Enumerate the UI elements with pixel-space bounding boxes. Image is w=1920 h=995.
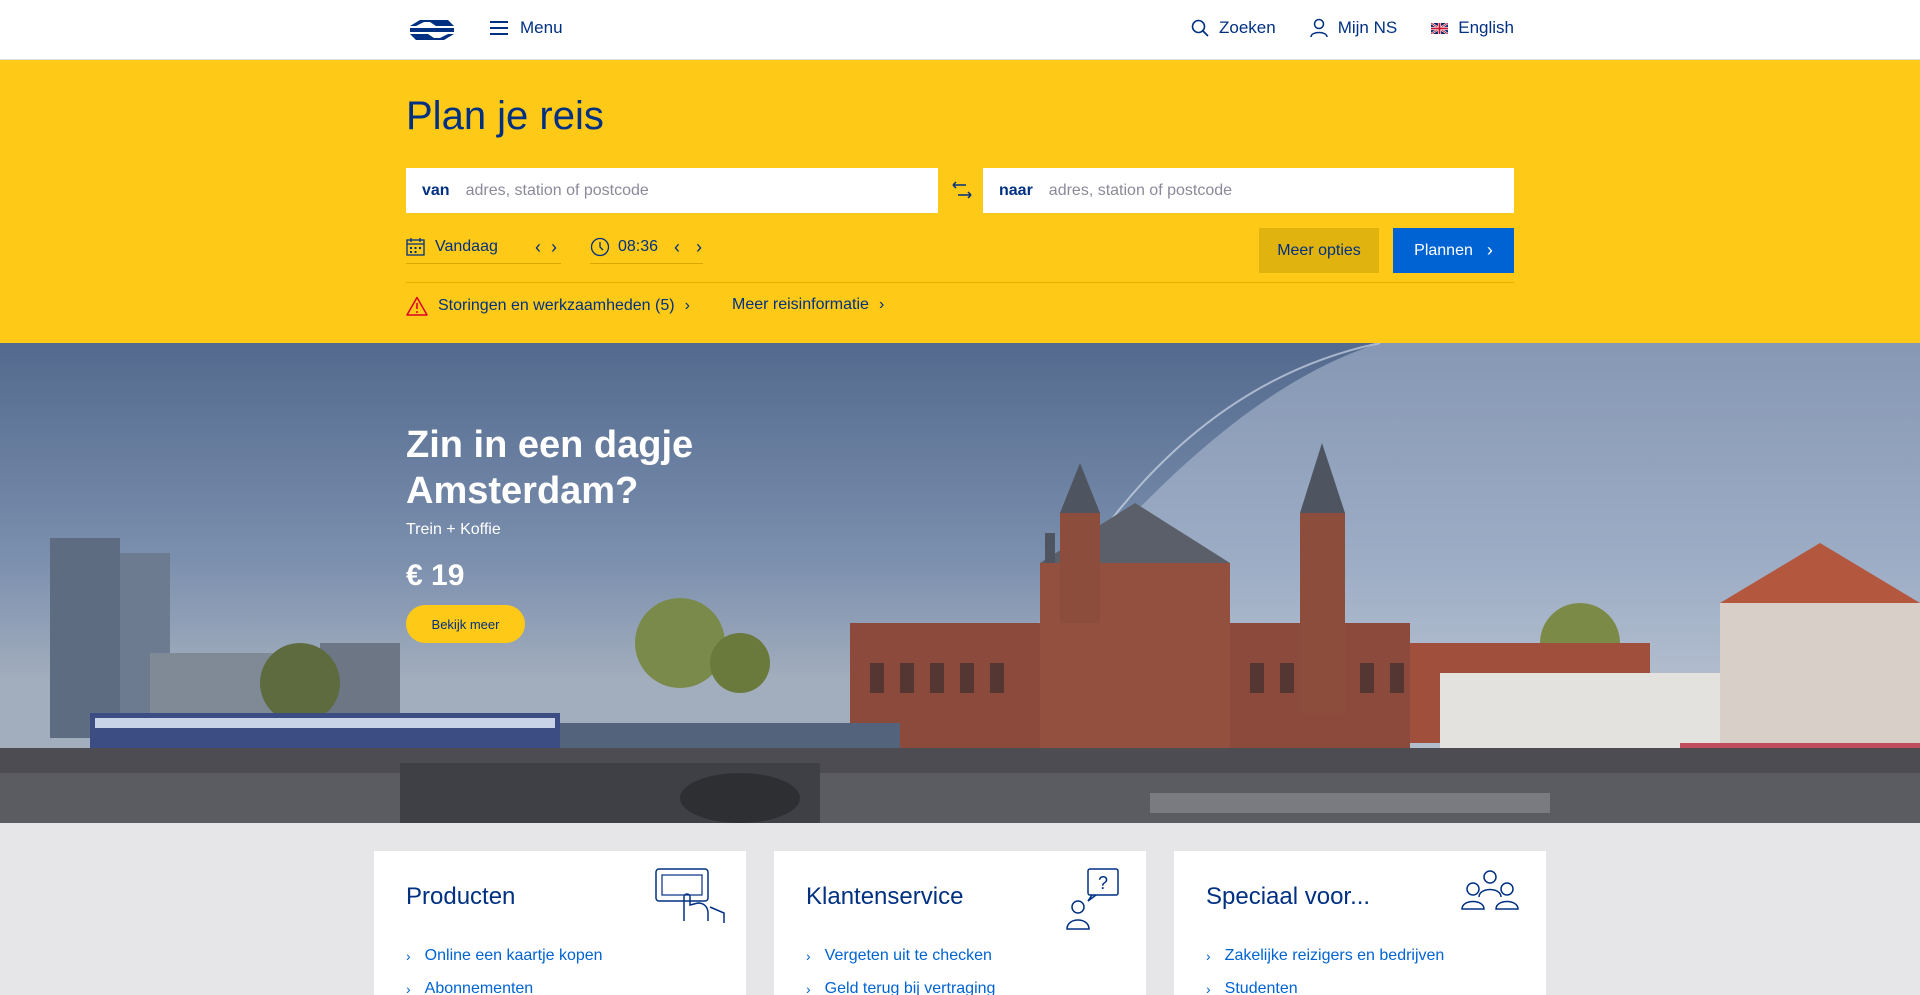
disruptions-link[interactable]: Storingen en werkzaamheden (5) ›: [406, 296, 690, 316]
card-title: Speciaal voor...: [1206, 883, 1371, 910]
my-ns-label: Mijn NS: [1337, 18, 1398, 37]
card-links: › Vergeten uit te checken › Geld terug bij…: [806, 939, 995, 995]
list-item[interactable]: › Geld terug bij vertraging: [806, 972, 995, 995]
calendar-icon: [406, 238, 425, 256]
date-selector[interactable]: Vandaag ‹ ›: [406, 230, 561, 264]
card-customer-service: Klantenservice ? › Vergeten uit te checke…: [774, 851, 1146, 995]
link-label: Zakelijke reizigers en bedrijven: [1224, 946, 1445, 964]
user-icon: [1309, 18, 1328, 38]
chevron-right-icon: ›: [878, 296, 885, 313]
list-item[interactable]: › Zakelijke reizigers en bedrijven: [1206, 939, 1444, 972]
chevron-right-icon: ›: [806, 980, 811, 995]
menu-button[interactable]: Menu: [490, 18, 563, 38]
hero-banner: Zin in een dagje Amsterdam? Trein + Koff…: [0, 343, 1920, 823]
card-links: › Online een kaartje kopen › Abonnementen: [406, 939, 603, 995]
from-label: van: [422, 181, 450, 199]
link-label: Vergeten uit te checken: [824, 946, 992, 964]
warning-icon: [406, 296, 428, 316]
list-item[interactable]: › Vergeten uit te checken: [806, 939, 995, 972]
journey-planner: Plan je reis van naar Vandaag ‹ › 08:36 …: [0, 60, 1920, 343]
chevron-right-icon: ›: [406, 980, 411, 995]
header-nav: Zoeken Mijn NS English: [1191, 18, 1514, 38]
time-next-chevron-icon[interactable]: ›: [696, 238, 702, 256]
svg-text:?: ?: [1098, 873, 1108, 893]
link-label: Abonnementen: [424, 979, 534, 995]
menu-label: Menu: [520, 18, 563, 37]
chevron-right-icon: ›: [1486, 240, 1493, 260]
from-input[interactable]: [465, 181, 938, 200]
chevron-right-icon: ›: [806, 947, 811, 964]
chevron-right-icon: ›: [684, 297, 690, 314]
date-prev-chevron-icon[interactable]: ‹: [535, 238, 541, 256]
customer-service-icon: ?: [1066, 868, 1119, 930]
hero-subtitle: Trein + Koffie: [406, 521, 501, 538]
language-label: English: [1458, 18, 1514, 37]
ns-logo[interactable]: [406, 17, 458, 43]
card-title: Producten: [406, 883, 516, 910]
uk-flag-icon: [1431, 22, 1449, 34]
plan-button[interactable]: Plannen ›: [1393, 228, 1514, 273]
card-products: Producten › Online een kaartje kopen › Abo…: [374, 851, 746, 995]
group-icon: [1461, 870, 1519, 910]
search-button[interactable]: Zoeken: [1191, 18, 1276, 38]
time-selector[interactable]: 08:36 ‹ ›: [590, 230, 703, 264]
planner-divider: [406, 282, 1514, 283]
more-options-button[interactable]: Meer opties: [1259, 228, 1379, 273]
chevron-right-icon: ›: [406, 947, 411, 964]
card-special-for: Speciaal voor... › Zakelijke reizigers en…: [1174, 851, 1546, 995]
travel-info-label: Meer reisinformatie: [732, 296, 869, 313]
time-value: 08:36: [618, 237, 659, 255]
link-label: Geld terug bij vertraging: [824, 979, 996, 995]
disruptions-label: Storingen en werkzaamheden (5): [438, 297, 675, 314]
ov-card-icon: [655, 868, 725, 923]
date-next-chevron-icon[interactable]: ›: [551, 238, 557, 256]
search-label: Zoeken: [1219, 18, 1276, 37]
card-title: Klantenservice: [806, 883, 964, 910]
list-item[interactable]: › Studenten: [1206, 972, 1444, 995]
hero-cta-button[interactable]: Bekijk meer: [406, 605, 525, 643]
date-value: Vandaag: [435, 237, 498, 255]
list-item[interactable]: › Online een kaartje kopen: [406, 939, 603, 972]
link-label: Studenten: [1224, 979, 1298, 995]
to-label: naar: [999, 181, 1033, 199]
from-field[interactable]: van: [406, 168, 938, 213]
to-field[interactable]: naar: [983, 168, 1514, 213]
amsterdam-centraal-image: [0, 343, 1920, 823]
list-item[interactable]: › Abonnementen: [406, 972, 603, 995]
language-switch[interactable]: English: [1431, 18, 1514, 38]
chevron-right-icon: ›: [1206, 947, 1211, 964]
search-icon: [1191, 19, 1209, 37]
link-label: Online een kaartje kopen: [424, 946, 603, 964]
hero-price: € 19: [406, 559, 465, 592]
time-prev-chevron-icon[interactable]: ‹: [674, 238, 680, 256]
travel-info-link[interactable]: Meer reisinformatie ›: [732, 296, 884, 314]
hero-title: Zin in een dagje Amsterdam?: [406, 424, 694, 512]
clock-icon: [590, 237, 610, 256]
planner-title: Plan je reis: [406, 94, 604, 138]
my-ns-button[interactable]: Mijn NS: [1309, 18, 1398, 38]
to-input[interactable]: [1048, 181, 1514, 200]
site-header: Menu Zoeken Mijn NS English: [0, 0, 1920, 60]
chevron-right-icon: ›: [1206, 980, 1211, 995]
plan-button-label: Plannen: [1414, 241, 1473, 259]
swap-icon[interactable]: [950, 178, 974, 202]
hamburger-icon: [490, 20, 508, 36]
card-links: › Zakelijke reizigers en bedrijven › Stude…: [1206, 939, 1444, 995]
